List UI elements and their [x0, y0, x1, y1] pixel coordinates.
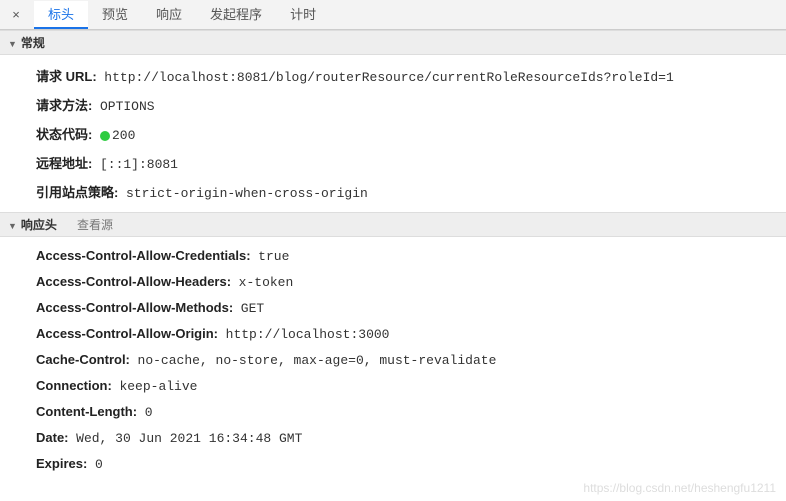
value: true [258, 249, 289, 264]
row-remote-address: 远程地址: [::1]:8081 [36, 148, 786, 177]
header-row: Connection: keep-alive [36, 373, 786, 399]
devtools-tab-bar: × 标头 预览 响应 发起程序 计时 [0, 0, 786, 30]
row-status-code: 状态代码: 200 [36, 119, 786, 148]
header-row: Access-Control-Allow-Credentials: true [36, 243, 786, 269]
value: 200 [100, 128, 135, 143]
value: GET [241, 301, 264, 316]
row-referrer-policy: 引用站点策略: strict-origin-when-cross-origin [36, 177, 786, 206]
header-row: Access-Control-Allow-Origin: http://loca… [36, 321, 786, 347]
tab-timing[interactable]: 计时 [276, 1, 330, 29]
status-dot-icon [100, 131, 110, 141]
value: strict-origin-when-cross-origin [126, 186, 368, 201]
value: Wed, 30 Jun 2021 16:34:48 GMT [76, 431, 302, 446]
header-row: Content-Length: 0 [36, 399, 786, 425]
label: 请求方法: [36, 98, 92, 113]
label: Access-Control-Allow-Origin: [36, 326, 218, 341]
section-title: 常规 [21, 36, 45, 50]
section-response-headers-body: Access-Control-Allow-Credentials: true A… [0, 237, 786, 483]
value: x-token [239, 275, 294, 290]
label: Cache-Control: [36, 352, 130, 367]
header-row: Cache-Control: no-cache, no-store, max-a… [36, 347, 786, 373]
value: no-cache, no-store, max-age=0, must-reva… [138, 353, 497, 368]
label: 状态代码: [36, 127, 92, 142]
header-row: Access-Control-Allow-Methods: GET [36, 295, 786, 321]
value: OPTIONS [100, 99, 155, 114]
section-general-body: 请求 URL: http://localhost:8081/blog/route… [0, 55, 786, 212]
value: 0 [95, 457, 103, 472]
tab-response[interactable]: 响应 [142, 1, 196, 29]
status-code-text: 200 [112, 128, 135, 143]
section-response-headers-header[interactable]: ▼响应头 查看源 [0, 212, 786, 237]
value: keep-alive [119, 379, 197, 394]
value: http://localhost:8081/blog/routerResourc… [104, 70, 674, 85]
label: Connection: [36, 378, 112, 393]
section-title: 响应头 [21, 218, 57, 232]
disclosure-triangle-icon: ▼常规 [8, 34, 45, 51]
label: 引用站点策略: [36, 185, 118, 200]
close-icon[interactable]: × [4, 1, 28, 29]
headers-panel: ▼常规 请求 URL: http://localhost:8081/blog/r… [0, 30, 786, 501]
label: Access-Control-Allow-Methods: [36, 300, 233, 315]
row-request-url: 请求 URL: http://localhost:8081/blog/route… [36, 61, 786, 90]
label: Access-Control-Allow-Credentials: [36, 248, 251, 263]
label: Content-Length: [36, 404, 137, 419]
header-row: Access-Control-Allow-Headers: x-token [36, 269, 786, 295]
disclosure-triangle-icon: ▼响应头 [8, 216, 57, 233]
value: http://localhost:3000 [226, 327, 390, 342]
header-row: Expires: 0 [36, 451, 786, 477]
label: Access-Control-Allow-Headers: [36, 274, 231, 289]
tab-initiator[interactable]: 发起程序 [196, 1, 276, 29]
tab-headers[interactable]: 标头 [34, 1, 88, 29]
label: Date: [36, 430, 69, 445]
row-request-method: 请求方法: OPTIONS [36, 90, 786, 119]
label: 请求 URL: [36, 69, 97, 84]
view-source-link[interactable]: 查看源 [77, 216, 113, 233]
value: [::1]:8081 [100, 157, 178, 172]
tabs-container: 标头 预览 响应 发起程序 计时 [34, 1, 330, 29]
label: Expires: [36, 456, 87, 471]
section-general-header[interactable]: ▼常规 [0, 30, 786, 55]
value: 0 [145, 405, 153, 420]
label: 远程地址: [36, 156, 92, 171]
tab-preview[interactable]: 预览 [88, 1, 142, 29]
header-row: Date: Wed, 30 Jun 2021 16:34:48 GMT [36, 425, 786, 451]
